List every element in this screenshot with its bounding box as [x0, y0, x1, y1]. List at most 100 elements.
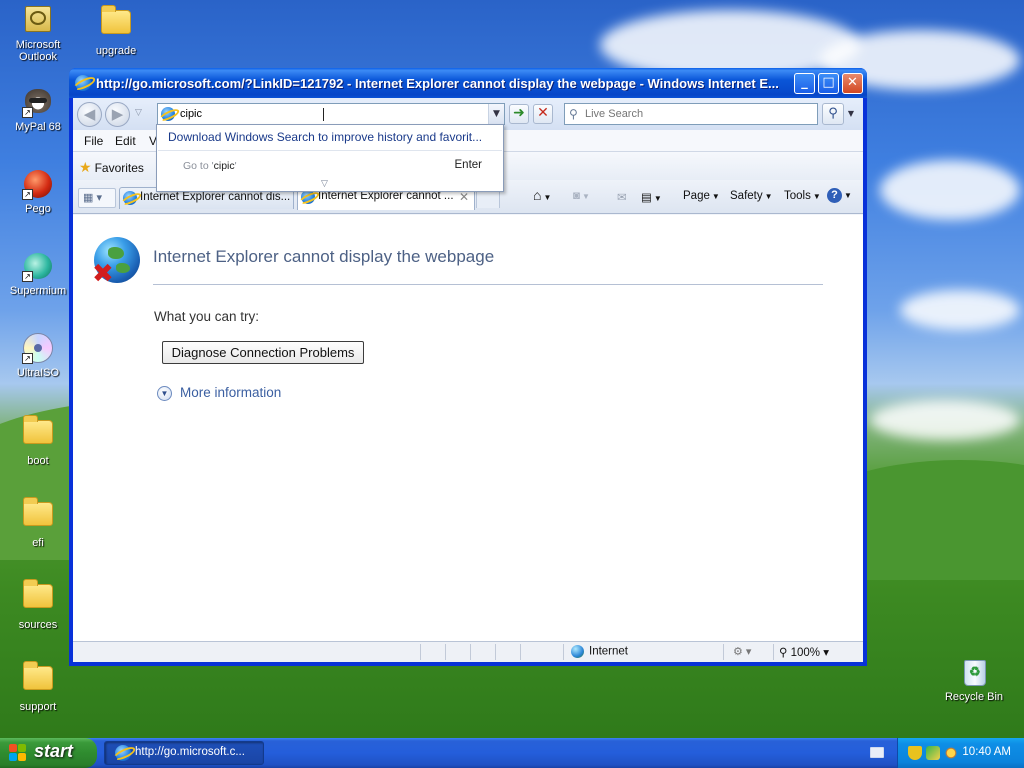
more-information-label: More information: [180, 385, 282, 400]
go-button[interactable]: ➜: [509, 104, 529, 124]
taskbar-item-ie[interactable]: http://go.microsoft.c...: [104, 741, 264, 765]
favorites-star-icon: ★: [79, 159, 92, 175]
desktop-icon-recycle-bin[interactable]: ♻ Recycle Bin: [936, 656, 1012, 703]
tools-menu-label: Tools: [784, 190, 811, 202]
feeds-icon[interactable]: ◙ ▼: [573, 190, 590, 202]
desktop-icon-label: Microsoft Outlook: [15, 39, 61, 63]
taskbar-item-label: http://go.microsoft.c...: [135, 746, 245, 758]
start-label: start: [34, 741, 74, 761]
tab-title: Internet Explorer cannot dis...: [140, 191, 291, 203]
search-icon: ⚲: [569, 107, 578, 121]
search-button[interactable]: ⚲: [822, 103, 844, 125]
help-icon[interactable]: ? ▼: [827, 188, 852, 203]
safety-menu-button[interactable]: Safety ▼: [730, 190, 773, 202]
diagnose-connection-button[interactable]: Diagnose Connection Problems: [162, 341, 364, 364]
search-box[interactable]: ⚲: [564, 103, 818, 125]
page-content: ✖ Internet Explorer cannot display the w…: [73, 215, 863, 641]
system-tray: 10:40 AM: [897, 738, 1024, 768]
dropdown-separator: [158, 150, 502, 151]
desktop-icon-outlook[interactable]: Microsoft Outlook: [0, 4, 76, 63]
favorites-button[interactable]: ★ Favorites: [79, 159, 144, 176]
page-menu-label: Page: [683, 190, 710, 202]
desktop-icon-label: sources: [18, 619, 58, 631]
search-tray-icon[interactable]: [944, 746, 958, 760]
internet-zone-globe-icon: [571, 645, 584, 658]
stop-button[interactable]: ✕: [533, 104, 553, 124]
mypal-icon: ↗: [22, 86, 54, 118]
tab-ie-icon: [123, 191, 137, 205]
cloud: [880, 160, 1020, 220]
print-icon[interactable]: ▤ ▼: [641, 190, 662, 204]
safety-menu-label: Safety: [730, 190, 763, 202]
status-bar: Internet ⚙ ▾ ⚲ 100% ▾: [73, 641, 863, 662]
desktop-icon-label: support: [19, 701, 57, 713]
recent-pages-dropdown-icon[interactable]: ▽: [135, 108, 142, 118]
desktop-icon-label: UltraISO: [16, 367, 60, 379]
security-zone[interactable]: Internet: [571, 645, 628, 658]
start-button[interactable]: start: [0, 738, 97, 768]
error-title: Internet Explorer cannot display the web…: [153, 247, 495, 266]
desktop-icon-label: Recycle Bin: [944, 691, 1004, 703]
minimize-button[interactable]: _: [794, 73, 815, 94]
security-shield-icon[interactable]: [908, 746, 922, 760]
expand-dropdown-icon[interactable]: ▽: [321, 178, 328, 189]
zoom-level-button[interactable]: ⚲ 100% ▾: [779, 645, 829, 659]
title-bar[interactable]: http://go.microsoft.com/?LinkID=121792 -…: [69, 68, 867, 98]
desktop-icon-sources[interactable]: sources: [0, 578, 76, 631]
window-title: http://go.microsoft.com/?LinkID=121792 -…: [96, 75, 779, 91]
error-globe-icon: ✖: [92, 237, 140, 287]
supermium-icon: ↗: [22, 250, 54, 282]
tools-menu-button[interactable]: Tools ▼: [784, 190, 821, 202]
desktop-icon-boot[interactable]: boot: [0, 414, 76, 467]
keyboard-icon[interactable]: [870, 747, 884, 758]
go-to-suffix: ': [234, 160, 237, 172]
maximize-button[interactable]: □: [818, 73, 839, 94]
ie-logo-icon: [115, 745, 131, 761]
desktop-icon-ultraiso[interactable]: ↗ UltraISO: [0, 332, 76, 379]
favorites-label: Favorites: [94, 161, 144, 175]
go-to-query: cipic: [213, 160, 235, 172]
desktop-icon-efi[interactable]: efi: [0, 496, 76, 549]
desktop-icon-label: upgrade: [95, 45, 137, 57]
back-button[interactable]: ◀: [77, 102, 102, 127]
desktop-icon-support[interactable]: support: [0, 660, 76, 713]
ie-logo-icon: [75, 75, 91, 91]
go-to-suggestion[interactable]: Go to 'cipic': [183, 160, 237, 172]
folder-icon: [22, 579, 54, 616]
close-button[interactable]: ✕: [842, 73, 863, 94]
clock[interactable]: 10:40 AM: [962, 746, 1011, 758]
folder-icon: [100, 5, 132, 42]
search-options-dropdown[interactable]: ▼: [845, 103, 857, 125]
address-dropdown-button[interactable]: ▼: [488, 104, 504, 124]
page-menu-button[interactable]: Page ▼: [683, 190, 720, 202]
forward-button[interactable]: ▶: [105, 102, 130, 127]
desktop-icon-mypal[interactable]: ↗ MyPal 68: [0, 86, 76, 133]
tab-close-icon[interactable]: ✕: [459, 190, 469, 204]
desktop-icon-upgrade[interactable]: upgrade: [78, 4, 154, 57]
address-bar[interactable]: ▼: [157, 103, 505, 125]
divider: [153, 284, 823, 285]
expand-chevron-icon: ▼: [157, 385, 172, 401]
folder-icon: [22, 497, 54, 534]
network-icon[interactable]: [926, 746, 940, 760]
desktop-icon-supermium[interactable]: ↗ Supermium: [0, 250, 76, 297]
menu-edit[interactable]: Edit: [115, 134, 136, 148]
search-input[interactable]: [585, 105, 810, 123]
home-icon[interactable]: ⌂ ▼: [533, 187, 551, 203]
desktop-icon-pego[interactable]: ↗ Pego: [0, 168, 76, 215]
folder-icon: [22, 415, 54, 452]
menu-file[interactable]: File: [84, 134, 103, 148]
cloud: [900, 290, 1020, 330]
desktop-icon-label: boot: [27, 455, 49, 467]
tab-ie-icon: [301, 190, 315, 204]
more-information-link[interactable]: ▼ More information: [157, 385, 281, 401]
quick-tabs-button[interactable]: ▦ ▾: [78, 188, 116, 208]
desktop-icon-label: efi: [32, 537, 44, 549]
address-input[interactable]: [180, 105, 480, 123]
download-windows-search-link[interactable]: Download Windows Search to improve histo…: [168, 130, 482, 144]
pego-icon: ↗: [22, 168, 54, 200]
windows-logo-icon: [9, 744, 27, 762]
mail-icon[interactable]: ✉: [617, 190, 627, 204]
what-you-can-try-label: What you can try:: [154, 309, 260, 324]
protected-mode-icon[interactable]: ⚙ ▾: [733, 645, 751, 658]
